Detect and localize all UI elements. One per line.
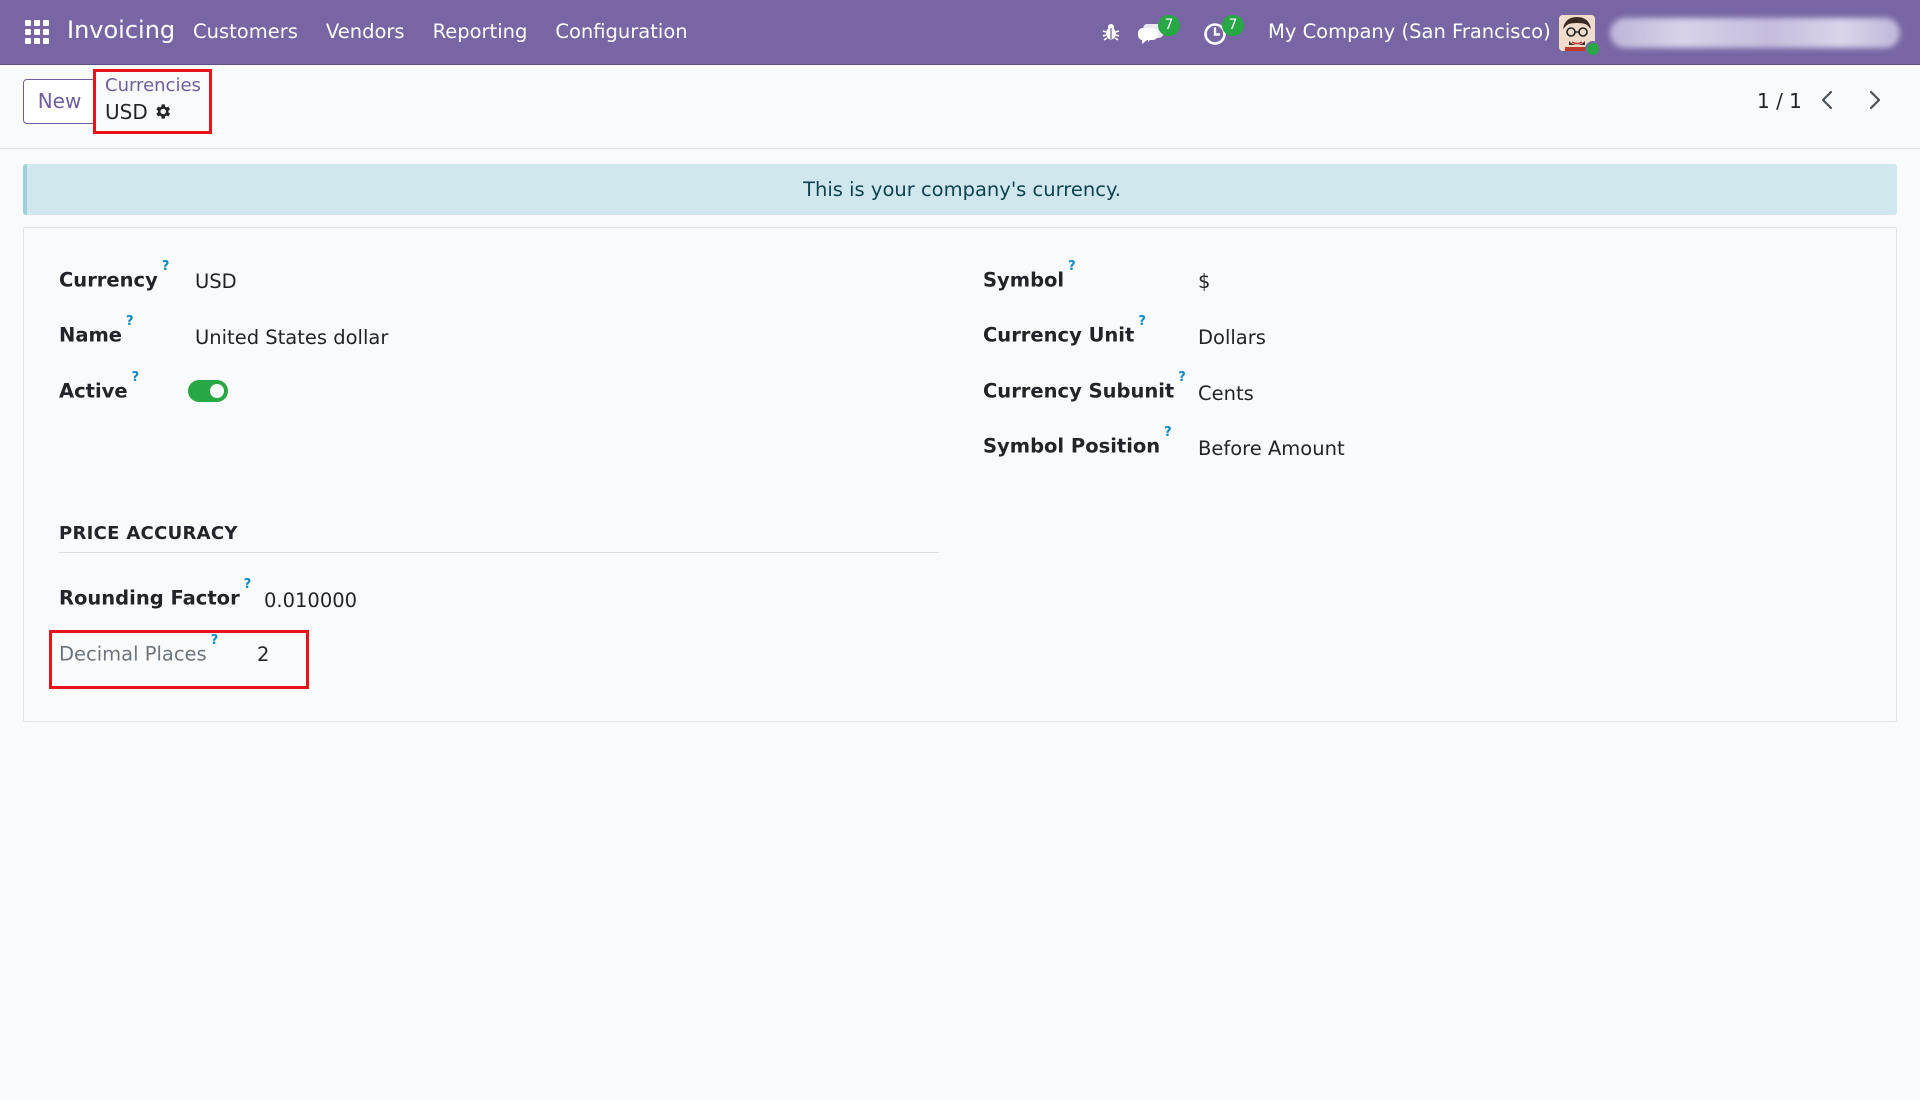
menu-reporting[interactable]: Reporting [433, 20, 528, 43]
help-icon[interactable]: ? [1068, 259, 1076, 274]
currency-subunit-field[interactable]: Cents [1198, 382, 1254, 405]
help-icon[interactable]: ? [126, 314, 134, 329]
currency-label-text: Currency [59, 268, 158, 292]
control-panel: New Currencies USD 1 / 1 [0, 65, 1920, 149]
help-icon[interactable]: ? [1178, 370, 1186, 385]
help-icon[interactable]: ? [132, 370, 140, 385]
app-name[interactable]: Invoicing [67, 16, 175, 44]
online-status-dot [1585, 41, 1601, 57]
active-label-text: Active [59, 379, 128, 403]
currency-unit-field[interactable]: Dollars [1198, 326, 1266, 349]
new-button[interactable]: New [23, 79, 96, 124]
symbol-field[interactable]: $ [1198, 270, 1210, 293]
active-toggle[interactable] [188, 380, 228, 402]
help-icon[interactable]: ? [244, 577, 252, 592]
decimal-places-label: Decimal Places? [59, 633, 218, 666]
rounding-factor-field[interactable]: 0.010000 [264, 589, 357, 612]
bug-icon[interactable] [1101, 22, 1121, 42]
top-navbar: Invoicing Customers Vendors Reporting Co… [0, 0, 1920, 65]
name-label: Name? [59, 314, 134, 347]
messages-menu[interactable]: 7 [1137, 15, 1183, 48]
name-label-text: Name [59, 323, 123, 347]
symbol-label: Symbol? [983, 259, 1076, 292]
decimal-places-label-text: Decimal Places [59, 642, 207, 666]
help-icon[interactable]: ? [1138, 314, 1146, 329]
chevron-left-icon[interactable] [1815, 87, 1841, 113]
company-switcher[interactable]: My Company (San Francisco) [1268, 20, 1551, 43]
apps-grid-icon[interactable] [25, 20, 50, 45]
currency-label: Currency? [59, 259, 169, 292]
rounding-factor-label-text: Rounding Factor [59, 586, 240, 610]
symbol-position-select[interactable]: Before Amount [1198, 437, 1345, 460]
currency-field[interactable]: USD [195, 270, 237, 293]
decimal-places-field: 2 [257, 643, 270, 666]
breadcrumb-currencies[interactable]: Currencies [105, 75, 201, 96]
user-name-redacted[interactable] [1610, 18, 1900, 48]
currency-subunit-label: Currency Subunit? [983, 370, 1186, 403]
activities-menu[interactable]: 7 [1203, 15, 1249, 48]
chevron-right-icon[interactable] [1861, 87, 1887, 113]
menu-customers[interactable]: Customers [193, 20, 298, 43]
gear-icon[interactable] [153, 102, 172, 121]
activities-badge: 7 [1222, 15, 1244, 36]
name-field[interactable]: United States dollar [195, 326, 388, 349]
help-icon[interactable]: ? [211, 633, 219, 648]
symbol-position-label-text: Symbol Position [983, 434, 1161, 458]
symbol-label-text: Symbol [983, 268, 1065, 292]
help-icon[interactable]: ? [162, 259, 170, 274]
breadcrumb: Currencies USD [93, 69, 212, 134]
currency-unit-label-text: Currency Unit [983, 323, 1135, 347]
active-label: Active? [59, 370, 139, 403]
breadcrumb-current-record: USD [105, 100, 148, 124]
menu-vendors[interactable]: Vendors [326, 20, 405, 43]
main-menu: Customers Vendors Reporting Configuratio… [193, 20, 688, 43]
company-currency-alert: This is your company's currency. [23, 164, 1897, 215]
help-icon[interactable]: ? [1164, 425, 1172, 440]
currency-unit-label: Currency Unit? [983, 314, 1146, 347]
menu-configuration[interactable]: Configuration [555, 20, 687, 43]
pager-value[interactable]: 1 / 1 [1757, 89, 1802, 113]
currency-subunit-label-text: Currency Subunit [983, 379, 1175, 403]
messages-badge: 7 [1158, 15, 1180, 36]
rounding-factor-label: Rounding Factor? [59, 577, 251, 610]
avatar[interactable] [1559, 15, 1601, 57]
symbol-position-label: Symbol Position? [983, 425, 1172, 458]
form-sheet: Currency? USD Name? United States dollar… [23, 227, 1897, 722]
price-accuracy-section-title: PRICE ACCURACY [59, 523, 939, 553]
